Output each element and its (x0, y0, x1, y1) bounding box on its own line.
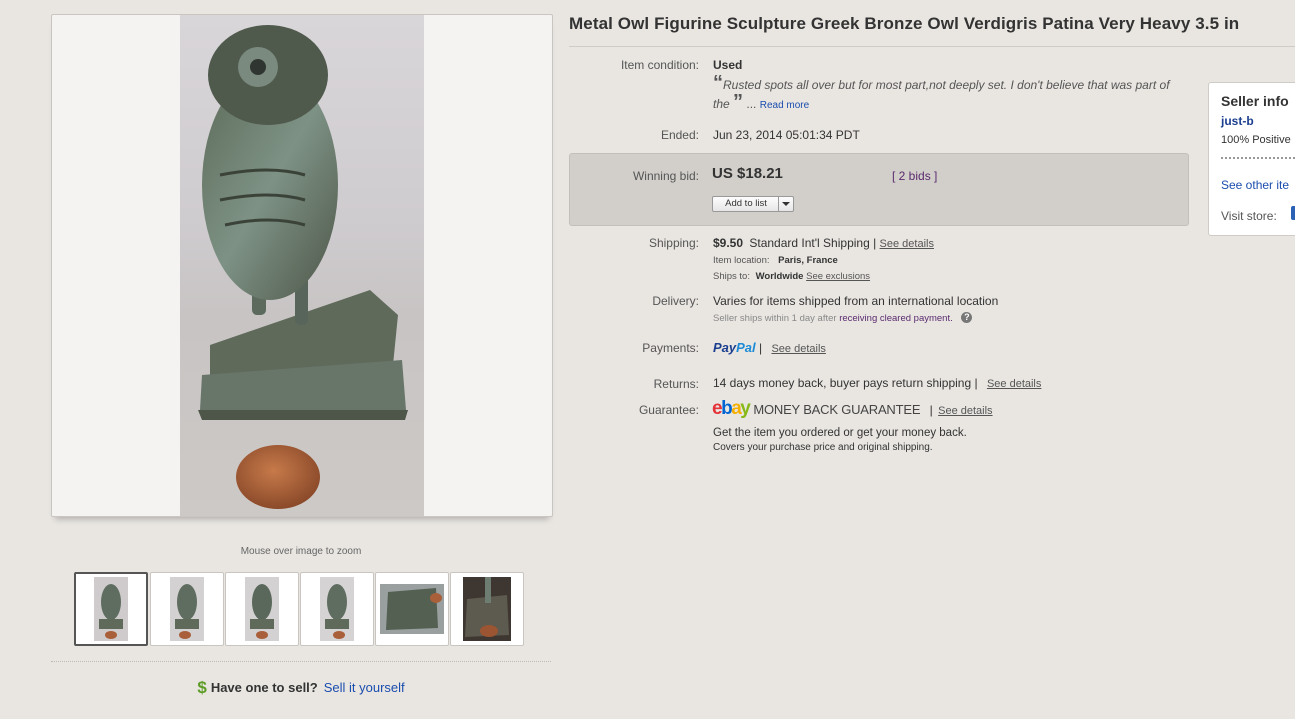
thumbnail-3[interactable] (225, 572, 299, 646)
seller-info-heading: Seller info (1221, 93, 1289, 109)
cleared-payment-link[interactable]: receiving cleared payment. (839, 313, 953, 324)
dollar-icon: $ (197, 678, 207, 697)
guarantee-see-details-link[interactable]: See details (938, 405, 992, 417)
guarantee-line-2: Covers your purchase price and original … (713, 442, 933, 453)
thumbnail-1[interactable] (74, 572, 148, 646)
store-icon[interactable] (1291, 206, 1295, 220)
bids-link[interactable]: [ 2 bids ] (892, 169, 937, 183)
shipping-cost: $9.50 (713, 236, 744, 250)
owl-photo[interactable] (180, 15, 424, 516)
condition-note: “Rusted spots all over but for most part… (713, 73, 1183, 115)
title-divider (569, 46, 1295, 47)
ebay-logo: ebay (712, 398, 751, 419)
seller-info-box: Seller info just-b 100% Positive See oth… (1208, 82, 1295, 236)
ships-to-value: Worldwide (755, 271, 804, 282)
seller-username-link[interactable]: just-b (1221, 114, 1254, 128)
returns-value: 14 days money back, buyer pays return sh… (713, 376, 978, 390)
close-quote-icon: ” (733, 91, 744, 113)
guarantee-line: ebay MONEY BACK GUARANTEE | See details (712, 398, 993, 420)
chevron-down-icon[interactable] (778, 197, 793, 211)
guarantee-line-1: Get the item you ordered or get your mon… (713, 427, 967, 439)
condition-value: Used (713, 58, 743, 72)
thumbnail-2[interactable] (150, 572, 224, 646)
add-to-list-button[interactable]: Add to list (712, 196, 794, 212)
see-exclusions-link[interactable]: See exclusions (806, 271, 870, 282)
payments-line: PayPal | See details (713, 340, 826, 355)
item-location-label: Item location: (713, 255, 770, 266)
paypal-logo: PayPal (713, 340, 756, 355)
shipping-line: $9.50 Standard Int'l Shipping | See deta… (713, 236, 934, 250)
thumbnail-5[interactable] (375, 572, 449, 646)
delivery-value: Varies for items shipped from an interna… (713, 294, 999, 308)
ships-to: Ships to: Worldwide See exclusions (713, 271, 870, 282)
money-back-guarantee: MONEY BACK GUARANTEE (753, 402, 921, 417)
item-location: Item location: Paris, France (713, 255, 838, 266)
guarantee-separator: | (929, 403, 933, 417)
zoom-hint: Mouse over image to zoom (240, 546, 362, 557)
winning-bid-value: US $18.21 (712, 165, 783, 182)
thumbnail-4[interactable] (300, 572, 374, 646)
sell-question: Have one to sell? (210, 680, 318, 695)
shipping-label: Shipping: (648, 236, 699, 250)
delivery-label: Delivery: (652, 294, 699, 308)
open-quote-icon: “ (713, 72, 723, 94)
help-icon[interactable]: ? (961, 312, 973, 323)
returns-see-details-link[interactable]: See details (987, 378, 1041, 390)
delivery-note: Seller ships within 1 day after receivin… (713, 312, 973, 324)
shipping-method: Standard Int'l Shipping | (749, 236, 877, 250)
returns-label: Returns: (653, 377, 699, 391)
divider (51, 661, 551, 662)
sell-it-yourself-link[interactable]: Sell it yourself (324, 680, 405, 695)
item-location-value: Paris, France (778, 255, 838, 266)
sell-prompt: $ Have one to sell? Sell it yourself (51, 678, 551, 698)
payments-separator: | (759, 341, 763, 355)
ended-value: Jun 23, 2014 05:01:34 PDT (713, 128, 860, 142)
ellipsis: ... (746, 97, 757, 111)
ships-to-label: Ships to: (713, 271, 750, 282)
seller-feedback: 100% Positive (1221, 134, 1291, 146)
thumbnail-6[interactable] (450, 572, 524, 646)
winning-bid-label: Winning bid: (632, 169, 699, 183)
condition-label: Item condition: (620, 58, 699, 72)
item-title: Metal Owl Figurine Sculpture Greek Bronz… (569, 14, 1240, 33)
ended-label: Ended: (660, 128, 699, 142)
see-other-items-link[interactable]: See other ite (1221, 178, 1289, 192)
shipping-see-details-link[interactable]: See details (880, 238, 934, 250)
seller-divider (1221, 157, 1295, 159)
read-more-link[interactable]: Read more (760, 100, 809, 111)
visit-store-label: Visit store: (1221, 209, 1277, 223)
payments-label: Payments: (642, 341, 699, 355)
delivery-note-text: Seller ships within 1 day after (713, 313, 837, 324)
add-to-list-label: Add to list (725, 198, 767, 209)
payments-see-details-link[interactable]: See details (771, 343, 825, 355)
main-image-viewer[interactable] (51, 14, 553, 517)
bid-box (569, 153, 1189, 226)
guarantee-label: Guarantee: (638, 403, 699, 417)
returns-line: 14 days money back, buyer pays return sh… (713, 376, 1041, 390)
